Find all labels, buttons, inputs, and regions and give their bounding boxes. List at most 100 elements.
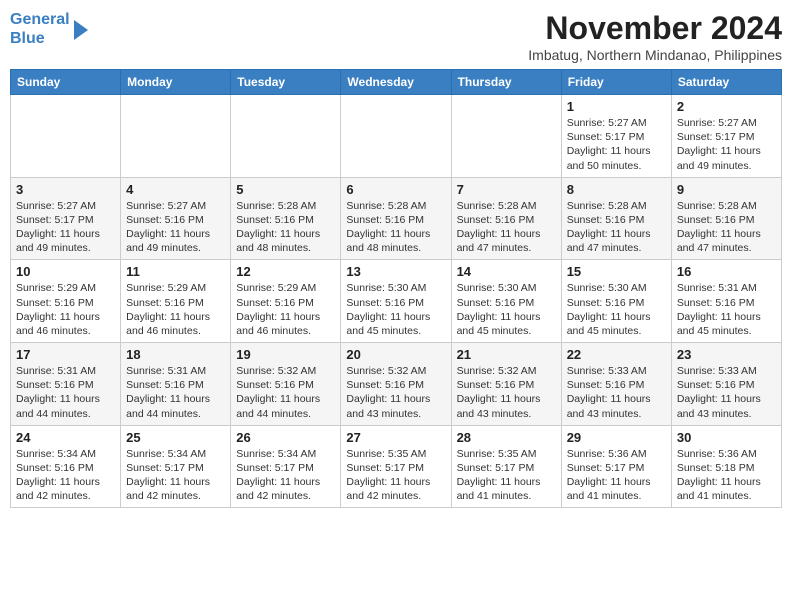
day-number: 9 xyxy=(677,182,776,197)
calendar-cell xyxy=(341,95,451,178)
calendar-cell: 20Sunrise: 5:32 AM Sunset: 5:16 PM Dayli… xyxy=(341,343,451,426)
day-number: 30 xyxy=(677,430,776,445)
logo-arrow-icon xyxy=(74,20,88,40)
day-number: 16 xyxy=(677,264,776,279)
day-number: 24 xyxy=(16,430,115,445)
day-number: 3 xyxy=(16,182,115,197)
calendar-cell xyxy=(121,95,231,178)
day-number: 17 xyxy=(16,347,115,362)
day-number: 6 xyxy=(346,182,445,197)
calendar-cell: 16 Sunrise: 5:31 AM Sunset: 5:16 PM Dayli… xyxy=(671,260,781,343)
calendar-cell: 21 Sunrise: 5:32 AM Sunset: 5:16 PM Dayli… xyxy=(451,343,561,426)
day-info: Sunrise: 5:31 AM Sunset: 5:16 PM Dayligh… xyxy=(677,281,776,338)
weekday-header-tuesday: Tuesday xyxy=(231,70,341,95)
day-info: Sunrise: 5:28 AM Sunset: 5:16 PM Dayligh… xyxy=(457,199,556,256)
calendar-cell: 1 Sunrise: 5:27 AM Sunset: 5:17 PM Daylig… xyxy=(561,95,671,178)
day-info: Sunrise: 5:28 AM Sunset: 5:16 PM Dayligh… xyxy=(677,199,776,256)
calendar-cell xyxy=(231,95,341,178)
day-info: Sunrise: 5:29 AM Sunset: 5:16 PM Dayligh… xyxy=(126,281,225,338)
calendar-cell: 26Sunrise: 5:34 AM Sunset: 5:17 PM Dayli… xyxy=(231,425,341,508)
weekday-header-saturday: Saturday xyxy=(671,70,781,95)
day-info: Sunrise: 5:34 AM Sunset: 5:17 PM Dayligh… xyxy=(126,447,225,504)
day-number: 11 xyxy=(126,264,225,279)
calendar-week-row: 24 Sunrise: 5:34 AM Sunset: 5:16 PM Dayli… xyxy=(11,425,782,508)
calendar-week-row: 1 Sunrise: 5:27 AM Sunset: 5:17 PM Daylig… xyxy=(11,95,782,178)
weekday-header-sunday: Sunday xyxy=(11,70,121,95)
day-number: 25 xyxy=(126,430,225,445)
calendar-cell: 18 Sunrise: 5:31 AM Sunset: 5:16 PM Dayli… xyxy=(121,343,231,426)
weekday-header-wednesday: Wednesday xyxy=(341,70,451,95)
calendar-cell xyxy=(11,95,121,178)
calendar-cell: 10 Sunrise: 5:29 AM Sunset: 5:16 PM Dayli… xyxy=(11,260,121,343)
day-number: 21 xyxy=(457,347,556,362)
calendar-cell: 2 Sunrise: 5:27 AM Sunset: 5:17 PM Daylig… xyxy=(671,95,781,178)
day-number: 2 xyxy=(677,99,776,114)
weekday-header-row: SundayMondayTuesdayWednesdayThursdayFrid… xyxy=(11,70,782,95)
day-number: 1 xyxy=(567,99,666,114)
calendar-cell: 5 Sunrise: 5:28 AM Sunset: 5:16 PM Daylig… xyxy=(231,177,341,260)
day-info: Sunrise: 5:32 AM Sunset: 5:16 PM Dayligh… xyxy=(236,364,335,421)
calendar-cell: 15Sunrise: 5:30 AM Sunset: 5:16 PM Dayli… xyxy=(561,260,671,343)
day-info: Sunrise: 5:30 AM Sunset: 5:16 PM Dayligh… xyxy=(346,281,445,338)
page-header: General Blue November 2024 Imbatug, Nort… xyxy=(10,10,782,63)
day-number: 13 xyxy=(346,264,445,279)
day-number: 8 xyxy=(567,182,666,197)
calendar-cell: 8 Sunrise: 5:28 AM Sunset: 5:16 PM Daylig… xyxy=(561,177,671,260)
calendar-cell: 22Sunrise: 5:33 AM Sunset: 5:16 PM Dayli… xyxy=(561,343,671,426)
calendar-week-row: 17 Sunrise: 5:31 AM Sunset: 5:16 PM Dayli… xyxy=(11,343,782,426)
calendar-week-row: 3 Sunrise: 5:27 AM Sunset: 5:17 PM Daylig… xyxy=(11,177,782,260)
day-number: 14 xyxy=(457,264,556,279)
day-number: 27 xyxy=(346,430,445,445)
weekday-header-friday: Friday xyxy=(561,70,671,95)
day-info: Sunrise: 5:28 AM Sunset: 5:16 PM Dayligh… xyxy=(236,199,335,256)
day-info: Sunrise: 5:35 AM Sunset: 5:17 PM Dayligh… xyxy=(457,447,556,504)
day-info: Sunrise: 5:36 AM Sunset: 5:17 PM Dayligh… xyxy=(567,447,666,504)
day-number: 4 xyxy=(126,182,225,197)
calendar-table: SundayMondayTuesdayWednesdayThursdayFrid… xyxy=(10,69,782,508)
calendar-cell: 12 Sunrise: 5:29 AM Sunset: 5:16 PM Dayli… xyxy=(231,260,341,343)
day-number: 10 xyxy=(16,264,115,279)
day-info: Sunrise: 5:36 AM Sunset: 5:18 PM Dayligh… xyxy=(677,447,776,504)
title-block: November 2024 Imbatug, Northern Mindanao… xyxy=(528,10,782,63)
calendar-week-row: 10 Sunrise: 5:29 AM Sunset: 5:16 PM Dayli… xyxy=(11,260,782,343)
day-info: Sunrise: 5:32 AM Sunset: 5:16 PM Dayligh… xyxy=(457,364,556,421)
day-number: 18 xyxy=(126,347,225,362)
calendar-cell xyxy=(451,95,561,178)
day-info: Sunrise: 5:28 AM Sunset: 5:16 PM Dayligh… xyxy=(567,199,666,256)
day-number: 15 xyxy=(567,264,666,279)
calendar-cell: 13 Sunrise: 5:30 AM Sunset: 5:16 PM Dayli… xyxy=(341,260,451,343)
day-info: Sunrise: 5:28 AM Sunset: 5:16 PM Dayligh… xyxy=(346,199,445,256)
calendar-cell: 25 Sunrise: 5:34 AM Sunset: 5:17 PM Dayli… xyxy=(121,425,231,508)
calendar-cell: 7 Sunrise: 5:28 AM Sunset: 5:16 PM Daylig… xyxy=(451,177,561,260)
day-info: Sunrise: 5:33 AM Sunset: 5:16 PM Dayligh… xyxy=(677,364,776,421)
calendar-cell: 19 Sunrise: 5:32 AM Sunset: 5:16 PM Dayli… xyxy=(231,343,341,426)
calendar-cell: 24 Sunrise: 5:34 AM Sunset: 5:16 PM Dayli… xyxy=(11,425,121,508)
day-number: 28 xyxy=(457,430,556,445)
day-info: Sunrise: 5:34 AM Sunset: 5:16 PM Dayligh… xyxy=(16,447,115,504)
day-info: Sunrise: 5:31 AM Sunset: 5:16 PM Dayligh… xyxy=(16,364,115,421)
calendar-cell: 6 Sunrise: 5:28 AM Sunset: 5:16 PM Daylig… xyxy=(341,177,451,260)
calendar-cell: 28 Sunrise: 5:35 AM Sunset: 5:17 PM Dayli… xyxy=(451,425,561,508)
calendar-cell: 23Sunrise: 5:33 AM Sunset: 5:16 PM Dayli… xyxy=(671,343,781,426)
calendar-cell: 29Sunrise: 5:36 AM Sunset: 5:17 PM Dayli… xyxy=(561,425,671,508)
weekday-header-monday: Monday xyxy=(121,70,231,95)
calendar-cell: 4Sunrise: 5:27 AM Sunset: 5:16 PM Daylig… xyxy=(121,177,231,260)
day-number: 12 xyxy=(236,264,335,279)
day-number: 22 xyxy=(567,347,666,362)
day-number: 19 xyxy=(236,347,335,362)
month-title: November 2024 xyxy=(528,10,782,47)
day-number: 5 xyxy=(236,182,335,197)
day-info: Sunrise: 5:27 AM Sunset: 5:17 PM Dayligh… xyxy=(567,116,666,173)
day-info: Sunrise: 5:29 AM Sunset: 5:16 PM Dayligh… xyxy=(236,281,335,338)
day-info: Sunrise: 5:29 AM Sunset: 5:16 PM Dayligh… xyxy=(16,281,115,338)
day-info: Sunrise: 5:31 AM Sunset: 5:16 PM Dayligh… xyxy=(126,364,225,421)
day-number: 20 xyxy=(346,347,445,362)
day-number: 7 xyxy=(457,182,556,197)
calendar-cell: 27Sunrise: 5:35 AM Sunset: 5:17 PM Dayli… xyxy=(341,425,451,508)
day-number: 26 xyxy=(236,430,335,445)
day-info: Sunrise: 5:27 AM Sunset: 5:17 PM Dayligh… xyxy=(677,116,776,173)
calendar-cell: 11 Sunrise: 5:29 AM Sunset: 5:16 PM Dayli… xyxy=(121,260,231,343)
day-info: Sunrise: 5:27 AM Sunset: 5:17 PM Dayligh… xyxy=(16,199,115,256)
logo-text-block: General Blue xyxy=(10,10,70,48)
calendar-cell: 30 Sunrise: 5:36 AM Sunset: 5:18 PM Dayli… xyxy=(671,425,781,508)
